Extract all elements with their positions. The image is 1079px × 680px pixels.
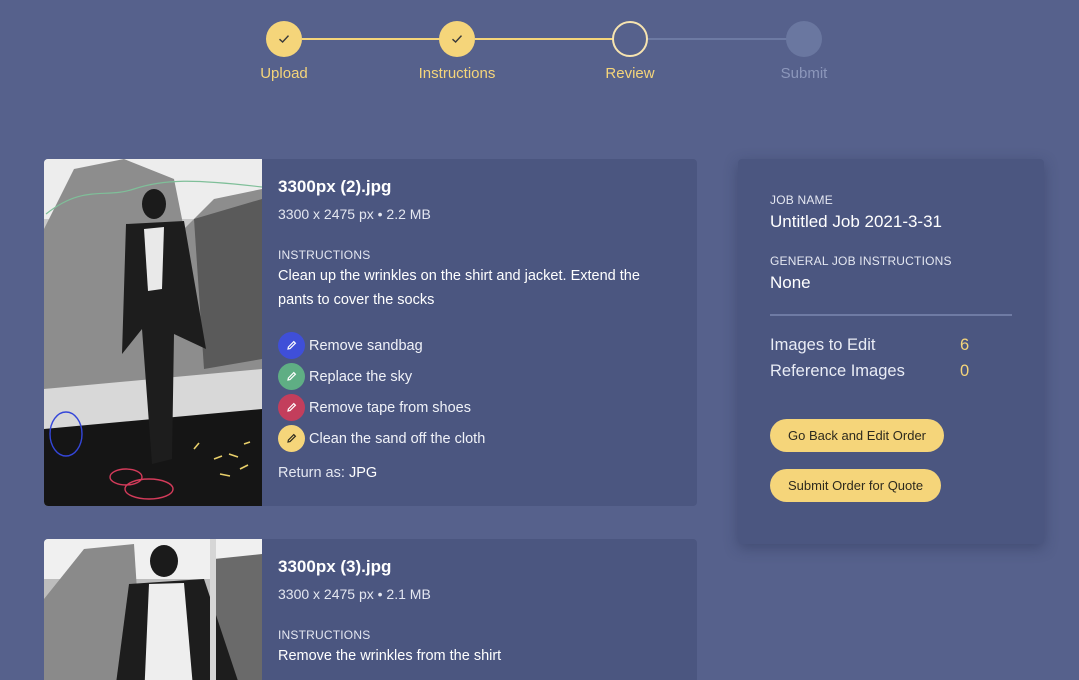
step-instructions[interactable]: Instructions bbox=[397, 21, 517, 82]
step-label: Review bbox=[605, 65, 655, 82]
step-label: Instructions bbox=[418, 65, 496, 82]
step-upload[interactable]: Upload bbox=[224, 21, 344, 82]
divider bbox=[770, 314, 1012, 316]
step-label: Upload bbox=[260, 65, 308, 82]
return-as-label: Return as: bbox=[278, 465, 345, 481]
image-thumbnail[interactable] bbox=[44, 539, 262, 680]
file-name: 3300px (3).jpg bbox=[278, 557, 392, 576]
markup-label: Replace the sky bbox=[309, 368, 413, 385]
pending-step-circle bbox=[786, 21, 822, 57]
step-review[interactable]: Review bbox=[570, 21, 690, 82]
photo-preview bbox=[44, 159, 262, 506]
general-instructions-value: None bbox=[770, 273, 811, 292]
edit-order-button[interactable]: Go Back and Edit Order bbox=[770, 419, 945, 452]
pencil-icon bbox=[278, 363, 305, 390]
check-icon bbox=[439, 21, 475, 57]
instructions-label: INSTRUCTIONS bbox=[278, 248, 371, 262]
markup-label: Remove sandbag bbox=[309, 337, 423, 354]
pencil-icon bbox=[278, 425, 305, 452]
markup-item[interactable]: Clean the sand off the cloth bbox=[278, 423, 677, 454]
step-label: Submit bbox=[780, 65, 828, 82]
image-details: 3300px (3).jpg 3300 x 2475 px • 2.1 MB I… bbox=[278, 557, 677, 668]
job-name-label: JOB NAME bbox=[770, 193, 833, 207]
pencil-icon bbox=[278, 332, 305, 359]
submit-order-button[interactable]: Submit Order for Quote bbox=[770, 469, 942, 502]
reference-images-label: Reference Images bbox=[770, 362, 905, 380]
job-name: Untitled Job 2021-3-31 bbox=[770, 212, 943, 231]
instructions-label: INSTRUCTIONS bbox=[278, 628, 371, 642]
pencil-icon bbox=[278, 394, 305, 421]
current-step-circle bbox=[612, 21, 648, 57]
return-as-value: JPG bbox=[348, 465, 378, 481]
markup-label: Clean the sand off the cloth bbox=[309, 430, 486, 447]
instructions-text: Clean up the wrinkles on the shirt and j… bbox=[278, 268, 640, 308]
images-to-edit-label: Images to Edit bbox=[770, 336, 876, 354]
reference-images-row: Reference Images 0 bbox=[770, 362, 1012, 381]
images-to-edit-count: 6 bbox=[960, 336, 970, 354]
image-card: 3300px (3).jpg 3300 x 2475 px • 2.1 MB I… bbox=[44, 539, 697, 680]
images-to-edit-row: Images to Edit 6 bbox=[770, 336, 1012, 355]
markup-item[interactable]: Replace the sky bbox=[278, 361, 677, 392]
file-name: 3300px (2).jpg bbox=[278, 177, 392, 196]
step-submit[interactable]: Submit bbox=[744, 21, 864, 82]
reference-images-count: 0 bbox=[960, 362, 970, 380]
order-review-page: Upload Instructions Review Submit 3300px… bbox=[0, 0, 1079, 680]
markup-list: Remove sandbag Replace the sky Remove ta… bbox=[278, 330, 677, 454]
markup-item[interactable]: Remove tape from shoes bbox=[278, 392, 677, 423]
file-meta: 3300 x 2475 px • 2.2 MB bbox=[278, 206, 431, 222]
photo-preview bbox=[44, 539, 262, 680]
image-thumbnail[interactable] bbox=[44, 159, 262, 506]
image-card: 3300px (2).jpg 3300 x 2475 px • 2.2 MB I… bbox=[44, 159, 697, 506]
progress-stepper: Upload Instructions Review Submit bbox=[0, 0, 1079, 100]
image-details: 3300px (2).jpg 3300 x 2475 px • 2.2 MB I… bbox=[278, 177, 677, 481]
instructions-text: Remove the wrinkles from the shirt bbox=[278, 648, 502, 664]
check-icon bbox=[266, 21, 302, 57]
return-format: Return as: JPG bbox=[278, 465, 677, 481]
file-meta: 3300 x 2475 px • 2.1 MB bbox=[278, 586, 431, 602]
general-instructions-label: GENERAL JOB INSTRUCTIONS bbox=[770, 254, 952, 268]
order-summary: JOB NAME Untitled Job 2021-3-31 GENERAL … bbox=[738, 159, 1044, 544]
markup-label: Remove tape from shoes bbox=[309, 399, 471, 416]
markup-item[interactable]: Remove sandbag bbox=[278, 330, 677, 361]
